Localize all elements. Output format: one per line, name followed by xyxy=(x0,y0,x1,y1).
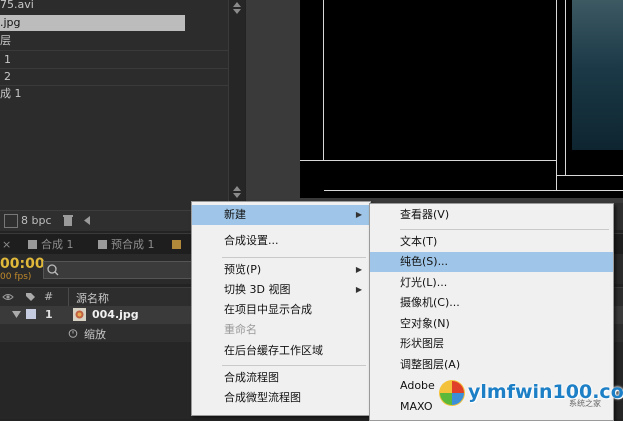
sort-icon xyxy=(233,2,241,14)
close-icon[interactable]: × xyxy=(2,237,11,253)
menu-item-preview[interactable]: 预览(P) ▶ xyxy=(192,260,370,280)
image-file-icon xyxy=(73,308,86,321)
stopwatch-icon[interactable] xyxy=(68,328,78,338)
tab-active[interactable] xyxy=(172,237,185,253)
eye-icon[interactable] xyxy=(2,291,14,303)
project-item-label: 成 1 xyxy=(0,87,22,100)
menu-item-flowchart[interactable]: 合成流程图 xyxy=(192,368,370,388)
submenu-arrow-icon: ▶ xyxy=(355,210,362,219)
menu-item-rename: 重命名 xyxy=(224,323,257,336)
twirl-down-icon[interactable] xyxy=(12,311,21,319)
project-item[interactable]: 1 xyxy=(0,52,228,68)
submenu-item-null-object[interactable]: 空对象(N) xyxy=(370,314,613,334)
menu-item-comp-settings[interactable]: 合成设置... xyxy=(192,231,370,251)
menu-item-cache-work-area[interactable]: 在后台缓存工作区域 xyxy=(192,341,370,361)
watermark-subtext: 系统之家 xyxy=(569,399,601,408)
layer-name[interactable]: 004.jpg xyxy=(92,308,139,321)
project-item-label: 1 xyxy=(4,53,11,66)
source-name-header[interactable]: 源名称 xyxy=(76,290,109,306)
submenu-item-solid[interactable]: 纯色(S)... xyxy=(370,252,613,272)
project-item-label: .jpg xyxy=(0,16,21,29)
project-item-label: 75.avi xyxy=(0,0,34,11)
new-comp-icon[interactable] xyxy=(4,214,18,228)
project-item-label: 层 xyxy=(0,34,11,47)
viewer-image xyxy=(572,0,623,150)
submenu-item-camera[interactable]: 摄像机(C)... xyxy=(370,293,613,313)
menu-item-mini-flowchart[interactable]: 合成微型流程图 xyxy=(192,388,370,408)
timecode[interactable]: 00:00 xyxy=(0,256,45,272)
label-tag-icon[interactable] xyxy=(24,291,36,303)
search-icon xyxy=(47,264,59,276)
project-item[interactable]: 成 1 xyxy=(0,86,228,102)
context-menu: 新建 ▶ 合成设置... 预览(P) ▶ 切换 3D 视图 ▶ 在项目中显示合成 重命… xyxy=(191,201,371,416)
layer-label-color[interactable] xyxy=(26,309,36,319)
watermark-logo-icon xyxy=(439,380,465,406)
submenu-item-shape-layer[interactable]: 形状图层 xyxy=(370,334,613,354)
scroll-left-icon[interactable] xyxy=(82,215,92,226)
submenu-arrow-icon: ▶ xyxy=(355,265,362,274)
project-item-selected[interactable]: .jpg xyxy=(0,15,185,31)
tab-comp-1[interactable]: 合成 1 xyxy=(28,237,74,253)
trash-icon[interactable] xyxy=(62,214,74,227)
timeline-search-input[interactable] xyxy=(43,261,195,279)
property-name: 缩放 xyxy=(84,328,106,341)
submenu-arrow-icon: ▶ xyxy=(355,285,362,294)
menu-item-reveal-in-project[interactable]: 在项目中显示合成 xyxy=(192,300,370,320)
project-panel: 75.avi .jpg 层 1 2 成 1 xyxy=(0,0,228,210)
bit-depth-toggle[interactable]: 8 bpc xyxy=(21,214,52,227)
project-item[interactable]: 2 xyxy=(0,69,228,85)
menu-item-switch-3d-view[interactable]: 切换 3D 视图 ▶ xyxy=(192,280,370,300)
sort-icon xyxy=(233,186,241,198)
project-item-label: 2 xyxy=(4,70,11,83)
layer-number: 1 xyxy=(45,308,53,321)
project-item[interactable]: 层 xyxy=(0,33,228,49)
frame-rate: 00 fps) xyxy=(0,272,32,282)
submenu-item-adjustment-layer[interactable]: 调整图层(A) xyxy=(370,355,613,375)
menu-item-new[interactable]: 新建 ▶ xyxy=(192,205,370,225)
project-scrollbar[interactable] xyxy=(228,0,245,210)
project-item[interactable]: 75.avi xyxy=(0,0,228,13)
submenu-item-text[interactable]: 文本(T) xyxy=(370,232,613,252)
submenu-item-viewer[interactable]: 查看器(V) xyxy=(370,205,613,225)
layer-number-header: # xyxy=(44,290,54,303)
submenu-item-light[interactable]: 灯光(L)... xyxy=(370,273,613,293)
tab-precomp-1[interactable]: 预合成 1 xyxy=(98,237,155,253)
